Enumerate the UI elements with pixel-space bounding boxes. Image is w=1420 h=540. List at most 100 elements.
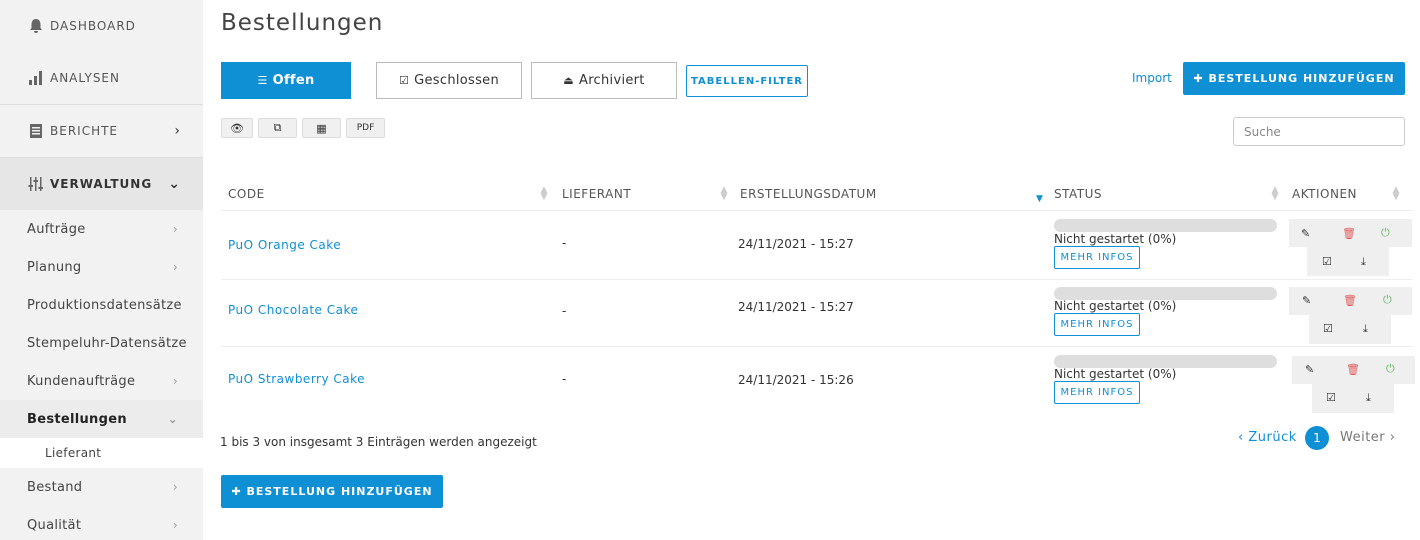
check-icon[interactable]: ☑ bbox=[1323, 322, 1333, 335]
sidebar-item-label: Aufträge bbox=[27, 221, 86, 237]
column-header-code[interactable]: CODE bbox=[228, 187, 265, 201]
sidebar-item-berichte[interactable]: BERICHTE › bbox=[0, 105, 203, 157]
delete-icon[interactable]: 🗑 bbox=[1342, 227, 1356, 240]
divider bbox=[221, 279, 1412, 280]
sidebar-item-label: ANALYSEN bbox=[50, 71, 120, 85]
date-cell: 24/11/2021 - 15:27 bbox=[738, 237, 854, 251]
sidebar-item-label: BERICHTE bbox=[50, 124, 119, 138]
chevron-down-icon: ⌄ bbox=[167, 412, 178, 426]
delete-icon[interactable]: 🗑 bbox=[1343, 294, 1357, 307]
sidebar-item-qualitaet[interactable]: Qualität › bbox=[0, 506, 203, 540]
sort-icon[interactable]: ▲ ▼ bbox=[1392, 186, 1400, 202]
sidebar-item-kundenauftraege[interactable]: Kundenaufträge › bbox=[0, 362, 203, 400]
power-icon[interactable]: ⏻ bbox=[1383, 293, 1392, 307]
order-code-link[interactable]: PuO Chocolate Cake bbox=[228, 303, 358, 317]
sidebar-item-bestand[interactable]: Bestand › bbox=[0, 468, 203, 506]
table-icon: ▦ bbox=[316, 121, 327, 135]
tab-offen[interactable]: ☰ Offen bbox=[221, 62, 351, 99]
sidebar-item-label: Lieferant bbox=[45, 446, 102, 460]
supplier-cell: - bbox=[562, 304, 567, 318]
divider bbox=[221, 346, 1412, 347]
sort-icon[interactable]: ▲ ▼ bbox=[720, 186, 728, 202]
sidebar-item-verwaltung[interactable]: VERWALTUNG ⌄ bbox=[0, 158, 203, 210]
export-excel-button[interactable]: ▦ bbox=[302, 118, 341, 138]
download-icon[interactable]: ⤓ bbox=[1366, 391, 1371, 405]
sidebar-item-auftraege[interactable]: Aufträge › bbox=[0, 210, 203, 248]
order-code-link[interactable]: PuO Orange Cake bbox=[228, 238, 341, 252]
pagination-previous-label: Zurück bbox=[1248, 430, 1297, 445]
actions-row-bottom bbox=[1312, 383, 1394, 413]
sort-icon[interactable]: ▲ ▼ bbox=[540, 186, 548, 202]
download-icon[interactable]: ⤓ bbox=[1363, 322, 1368, 336]
chevron-right-icon: › bbox=[172, 222, 178, 236]
pagination-page[interactable]: 1 bbox=[1305, 426, 1329, 450]
more-info-button[interactable]: MEHR INFOS bbox=[1054, 246, 1140, 269]
table-filter-button[interactable]: TABELLEN-FILTER bbox=[686, 65, 808, 97]
date-cell: 24/11/2021 - 15:26 bbox=[738, 373, 854, 387]
add-order-button[interactable]: ✚ BESTELLUNG HINZUFÜGEN bbox=[1183, 62, 1405, 95]
sidebar-item-label: Planung bbox=[27, 259, 82, 275]
sidebar-item-label: Bestellungen bbox=[27, 411, 127, 427]
sidebar-item-lieferant[interactable]: Lieferant bbox=[0, 438, 203, 468]
column-header-lieferant[interactable]: LIEFERANT bbox=[562, 187, 631, 201]
check-icon[interactable]: ☑ bbox=[1322, 255, 1332, 268]
table-info: 1 bis 3 von insgesamt 3 Einträgen werden… bbox=[220, 435, 537, 449]
sort-desc-icon[interactable]: ▼ bbox=[1036, 194, 1043, 204]
sliders-icon bbox=[27, 175, 45, 193]
sidebar-item-analysen[interactable]: ANALYSEN bbox=[0, 52, 203, 104]
delete-icon[interactable]: 🗑 bbox=[1346, 363, 1360, 376]
page-title: Bestellungen bbox=[221, 10, 384, 36]
search-input[interactable] bbox=[1233, 117, 1405, 146]
column-header-status[interactable]: STATUS bbox=[1054, 187, 1102, 201]
edit-icon[interactable]: ✎ bbox=[1305, 363, 1314, 376]
import-link[interactable]: Import bbox=[1132, 71, 1172, 85]
status-text: Nicht gestartet (0%) bbox=[1054, 232, 1177, 246]
column-visibility-button[interactable]: 👁 bbox=[221, 118, 253, 138]
chevron-right-icon: › bbox=[172, 260, 178, 274]
add-order-label: BESTELLUNG HINZUFÜGEN bbox=[246, 485, 433, 498]
pagination-previous[interactable]: ‹ Zurück bbox=[1238, 430, 1297, 445]
pagination-next-label: Weiter bbox=[1340, 430, 1386, 445]
export-pdf-button[interactable]: PDF bbox=[346, 118, 385, 138]
sidebar-item-label: Qualität bbox=[27, 517, 82, 533]
more-info-button[interactable]: MEHR INFOS bbox=[1054, 313, 1140, 336]
sidebar-item-bestellungen[interactable]: Bestellungen ⌄ bbox=[0, 400, 203, 438]
sidebar-item-label: DASHBOARD bbox=[50, 19, 136, 33]
plus-icon: ✚ bbox=[231, 485, 247, 498]
list-icon: ☰ bbox=[257, 74, 268, 87]
supplier-cell: - bbox=[562, 236, 567, 250]
status-text: Nicht gestartet (0%) bbox=[1054, 367, 1177, 381]
progress-bar bbox=[1054, 219, 1277, 232]
checkbox-icon: ☑ bbox=[398, 74, 410, 87]
edit-icon[interactable]: ✎ bbox=[1302, 294, 1311, 307]
sidebar-item-stempeluhr[interactable]: Stempeluhr-Datensätze bbox=[0, 324, 203, 362]
tab-geschlossen[interactable]: ☑ Geschlossen bbox=[376, 62, 522, 99]
power-icon[interactable]: ⏻ bbox=[1381, 226, 1390, 240]
sort-icon[interactable]: ▲ ▼ bbox=[1271, 186, 1279, 202]
column-header-erstellungsdatum[interactable]: ERSTELLUNGSDATUM bbox=[740, 187, 877, 201]
check-icon[interactable]: ☑ bbox=[1326, 391, 1336, 404]
main-content: Bestellungen ☰ Offen ☑ Geschlossen ⏏ Arc… bbox=[203, 0, 1420, 540]
order-code-link[interactable]: PuO Strawberry Cake bbox=[228, 372, 365, 386]
pagination-next[interactable]: Weiter › bbox=[1340, 430, 1396, 445]
download-icon[interactable]: ⤓ bbox=[1361, 255, 1366, 269]
sidebar: DASHBOARD ANALYSEN BERICHTE › VERWALTUNG… bbox=[0, 0, 203, 540]
tab-archiviert[interactable]: ⏏ Archiviert bbox=[531, 62, 677, 99]
divider bbox=[221, 210, 1412, 211]
sidebar-item-planung[interactable]: Planung › bbox=[0, 248, 203, 286]
more-info-button[interactable]: MEHR INFOS bbox=[1054, 381, 1140, 404]
column-header-aktionen: AKTIONEN bbox=[1292, 187, 1357, 201]
edit-icon[interactable]: ✎ bbox=[1301, 227, 1310, 240]
power-icon[interactable]: ⏻ bbox=[1386, 362, 1395, 376]
actions-row-bottom bbox=[1307, 246, 1389, 276]
document-icon bbox=[27, 122, 45, 140]
add-order-button-bottom[interactable]: ✚ BESTELLUNG HINZUFÜGEN bbox=[221, 475, 443, 508]
copy-button[interactable]: ⧉ bbox=[258, 118, 297, 138]
supplier-cell: - bbox=[562, 372, 567, 386]
sidebar-item-label: Produktionsdatensätze bbox=[27, 297, 182, 313]
copy-icon: ⧉ bbox=[273, 121, 282, 134]
sidebar-item-produktionsdatensaetze[interactable]: Produktionsdatensätze bbox=[0, 286, 203, 324]
chevron-left-icon: ‹ bbox=[1238, 430, 1249, 445]
sidebar-item-dashboard[interactable]: DASHBOARD bbox=[0, 0, 203, 52]
pdf-label: PDF bbox=[356, 123, 375, 133]
